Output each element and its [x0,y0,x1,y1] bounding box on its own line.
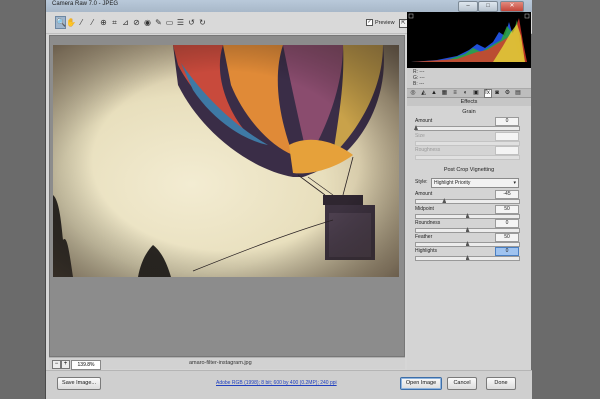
open-image-button[interactable]: Open Image [400,377,442,390]
cancel-button[interactable]: Cancel [447,377,477,390]
roundness-thumb[interactable] [465,227,470,232]
grain-amount-label: Amount [415,118,433,124]
bottom-bar: Save Image... Adobe RGB (1998); 8 bit; 6… [46,370,532,399]
grain-roughness-label: Roughness [415,147,441,153]
highlights-label: Highlights [415,248,437,254]
split-toning-tab-icon[interactable]: ≡ [452,90,458,97]
hsl-tab-icon[interactable]: ▦ [442,90,448,97]
title-bar: Camera Raw 7.0 - JPEG – □ ✕ [46,0,532,12]
midpoint-label: Midpoint [415,206,434,212]
straighten-tool-icon[interactable]: ⊿ [121,17,130,28]
preferences-icon[interactable]: ☰ [176,17,185,28]
preview-checkbox[interactable]: ✓ [366,19,373,26]
histogram-graph [408,13,530,62]
rotate-left-icon[interactable]: ↺ [187,17,196,28]
zoom-out-button[interactable]: − [52,360,61,369]
vignetting-section-title: Post Crop Vignetting [443,167,495,173]
grain-amount-slider[interactable] [414,125,520,131]
preview-image [53,45,399,277]
targeted-adjustment-tool-icon[interactable]: ⊕ [99,17,108,28]
midpoint-value[interactable]: 50 [495,205,519,214]
preview-label: Preview [375,19,395,26]
grain-roughness-value[interactable] [495,146,519,155]
grain-roughness-slider[interactable] [415,155,520,160]
histogram [407,12,531,68]
effects-tab-icon[interactable]: fx [483,89,492,98]
zoom-in-button[interactable]: + [61,360,70,369]
status-bar: − + 139.8% amaro-filter-instagram.jpg [49,357,405,370]
minimize-button[interactable]: – [458,1,478,12]
maximize-button[interactable]: □ [478,1,498,12]
detail-tab-icon[interactable]: ▲ [431,90,437,97]
file-name: amaro-filter-instagram.jpg [189,360,252,366]
workflow-options-link[interactable]: Adobe RGB (1998); 8 bit; 600 by 400 (0.2… [216,380,337,386]
rotate-right-icon[interactable]: ↻ [198,17,207,28]
color-sampler-tool-icon[interactable]: ⁄ [88,17,97,28]
rgb-readout: R: --- G: --- B: --- [407,68,531,88]
camera-tab-icon[interactable]: ▣ [473,90,479,97]
basic-tab-icon[interactable]: ◎ [410,90,416,97]
camera-raw-window: Camera Raw 7.0 - JPEG – □ ✕ 🔍 ✋ ⁄ ⁄ ⊕ ⌗ ⊿ ⊘ ◉ ✎ ▭ ☰… [45,0,532,399]
grain-amount-thumb[interactable] [414,125,418,130]
vignette-style-value: Highlight Priority [434,180,471,186]
feather-value[interactable]: 50 [495,233,519,242]
adjustment-brush-icon[interactable]: ✎ [154,17,163,28]
grain-size-label: Size [415,133,425,139]
close-button[interactable]: ✕ [500,1,524,12]
panel-tabs: ◎ ◭ ▲ ▦ ≡ ◐ ▣ fx ◙ ⚙ ▤ [407,88,531,98]
spot-removal-tool-icon[interactable]: ⊘ [132,17,141,28]
chevron-down-icon: ▾ [513,180,516,186]
balloon-photo [53,45,399,277]
preview-toggle[interactable]: ✓ Preview [366,19,395,26]
feather-label: Feather [415,234,433,240]
highlights-value[interactable]: 0 [495,247,519,256]
presets-tab-icon[interactable]: ⚙ [505,90,511,97]
window-title: Camera Raw 7.0 - JPEG [52,1,119,7]
red-eye-tool-icon[interactable]: ◉ [143,17,152,28]
zoom-tool-icon[interactable]: 🔍 [55,16,66,29]
vignette-style-select[interactable]: Highlight Priority ▾ [431,178,519,188]
snapshots-tab-icon[interactable]: ▤ [515,90,521,97]
roundness-label: Roundness [415,220,441,226]
crop-tool-icon[interactable]: ⌗ [110,17,119,28]
vignette-style-label: Style: [415,179,428,185]
vignette-amount-label: Amount [415,191,433,197]
vignette-amount-slider[interactable] [415,198,520,204]
vignette-amount-thumb[interactable] [442,198,447,203]
white-balance-tool-icon[interactable]: ⁄ [77,17,86,28]
highlights-thumb[interactable] [465,255,470,260]
roundness-value[interactable]: 0 [495,219,519,228]
grain-amount-value[interactable]: 0 [495,117,519,126]
panel-title: Effects [407,98,531,106]
effects-panel: Grain Amount 0 Size Roughness Post Crop … [407,106,531,370]
tone-curve-tab-icon[interactable]: ◭ [421,90,427,97]
vignette-amount-value[interactable]: -45 [495,190,519,199]
graduated-filter-icon[interactable]: ▭ [165,17,174,28]
lens-tab-icon[interactable]: ◐ [463,90,469,97]
hand-tool-icon[interactable]: ✋ [66,17,76,28]
feather-thumb[interactable] [465,241,470,246]
blue-readout: B: --- [413,81,425,87]
calibration-tab-icon[interactable]: ◙ [494,90,500,97]
zoom-level-select[interactable]: 139.8% [71,360,101,370]
midpoint-thumb[interactable] [465,213,470,218]
save-image-button[interactable]: Save Image... [57,377,101,390]
grain-size-value[interactable] [495,132,519,141]
done-button[interactable]: Done [486,377,516,390]
grain-section-title: Grain [462,109,476,115]
highlights-slider[interactable] [415,255,520,261]
